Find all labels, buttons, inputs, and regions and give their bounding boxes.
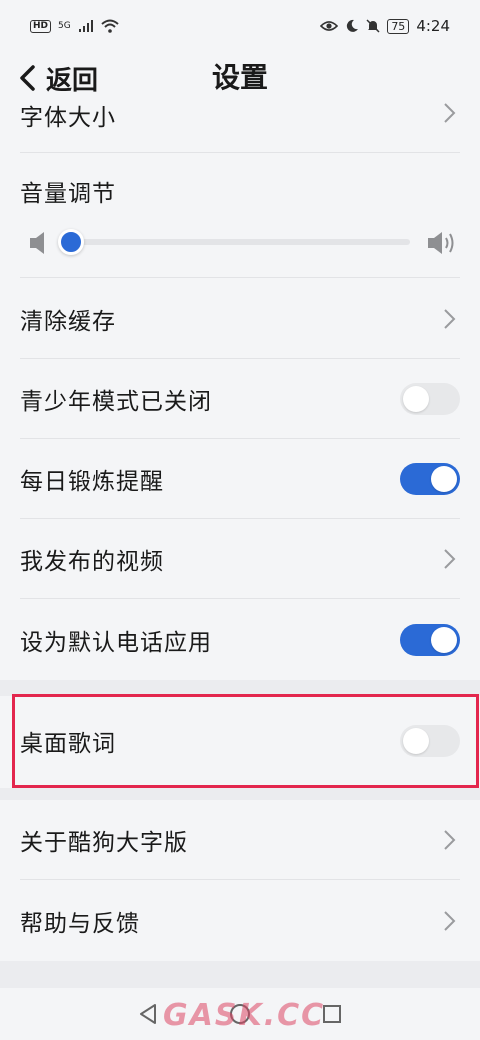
back-label: 返回 [46,65,99,96]
setting-my-videos[interactable]: 我发布的视频 [0,519,480,599]
setting-label: 我发布的视频 [20,549,164,575]
volume-low-icon[interactable] [28,230,48,256]
volume-slider-track[interactable] [72,239,410,245]
setting-teen-mode: 青少年模式已关闭 [0,359,480,439]
volume-high-icon[interactable] [426,229,458,257]
highlight-box [12,694,479,788]
divider [20,152,460,153]
setting-label: 字体大小 [20,105,116,131]
status-bar: HD 5G 75 4:24 [0,0,480,52]
chevron-right-icon [444,103,456,123]
setting-label: 每日锻炼提醒 [20,469,164,495]
hd-badge: HD [30,19,52,33]
status-right: 75 4:24 [320,17,450,35]
chevron-right-icon [444,549,456,569]
setting-font-size[interactable]: 字体大小 [0,96,480,153]
default-phone-toggle[interactable] [400,623,460,656]
battery-level: 75 [387,18,410,34]
back-button[interactable]: 返回 [18,60,98,96]
setting-volume: 音量调节 [0,160,480,278]
watermark: GASK.CC [163,998,326,1033]
daily-reminder-toggle[interactable] [400,463,460,495]
chevron-right-icon [444,308,456,329]
setting-label: 关于酷狗大字版 [20,830,188,856]
eye-icon [320,21,339,31]
setting-label: 清除缓存 [20,308,116,335]
setting-clear-cache[interactable]: 清除缓存 [0,278,480,359]
bell-muted-icon [366,19,380,33]
chevron-right-icon [444,830,456,850]
chevron-left-icon [20,65,35,91]
setting-default-phone: 设为默认电话应用 [0,599,480,680]
clock: 4:24 [416,17,450,35]
status-left: HD 5G [30,19,119,33]
nav-back-icon[interactable] [137,1003,159,1025]
setting-daily-reminder: 每日锻炼提醒 [0,439,480,519]
moon-icon [347,19,359,32]
volume-slider-thumb[interactable] [58,229,84,255]
chevron-right-icon [444,910,456,931]
wifi-icon [101,19,119,33]
setting-label: 音量调节 [20,181,116,207]
toggle-knob [431,466,457,492]
signal-bars-icon [78,20,93,32]
section-gap [0,788,480,800]
toggle-knob [431,626,457,653]
setting-label: 设为默认电话应用 [20,629,212,656]
setting-help[interactable]: 帮助与反馈 [0,880,480,961]
teen-mode-toggle[interactable] [400,383,460,415]
setting-label: 青少年模式已关闭 [20,389,212,415]
toggle-knob [403,386,429,412]
signal-label: 5G [58,21,71,31]
section-gap [0,961,480,988]
setting-label: 帮助与反馈 [20,910,140,937]
setting-about[interactable]: 关于酷狗大字版 [0,800,480,880]
